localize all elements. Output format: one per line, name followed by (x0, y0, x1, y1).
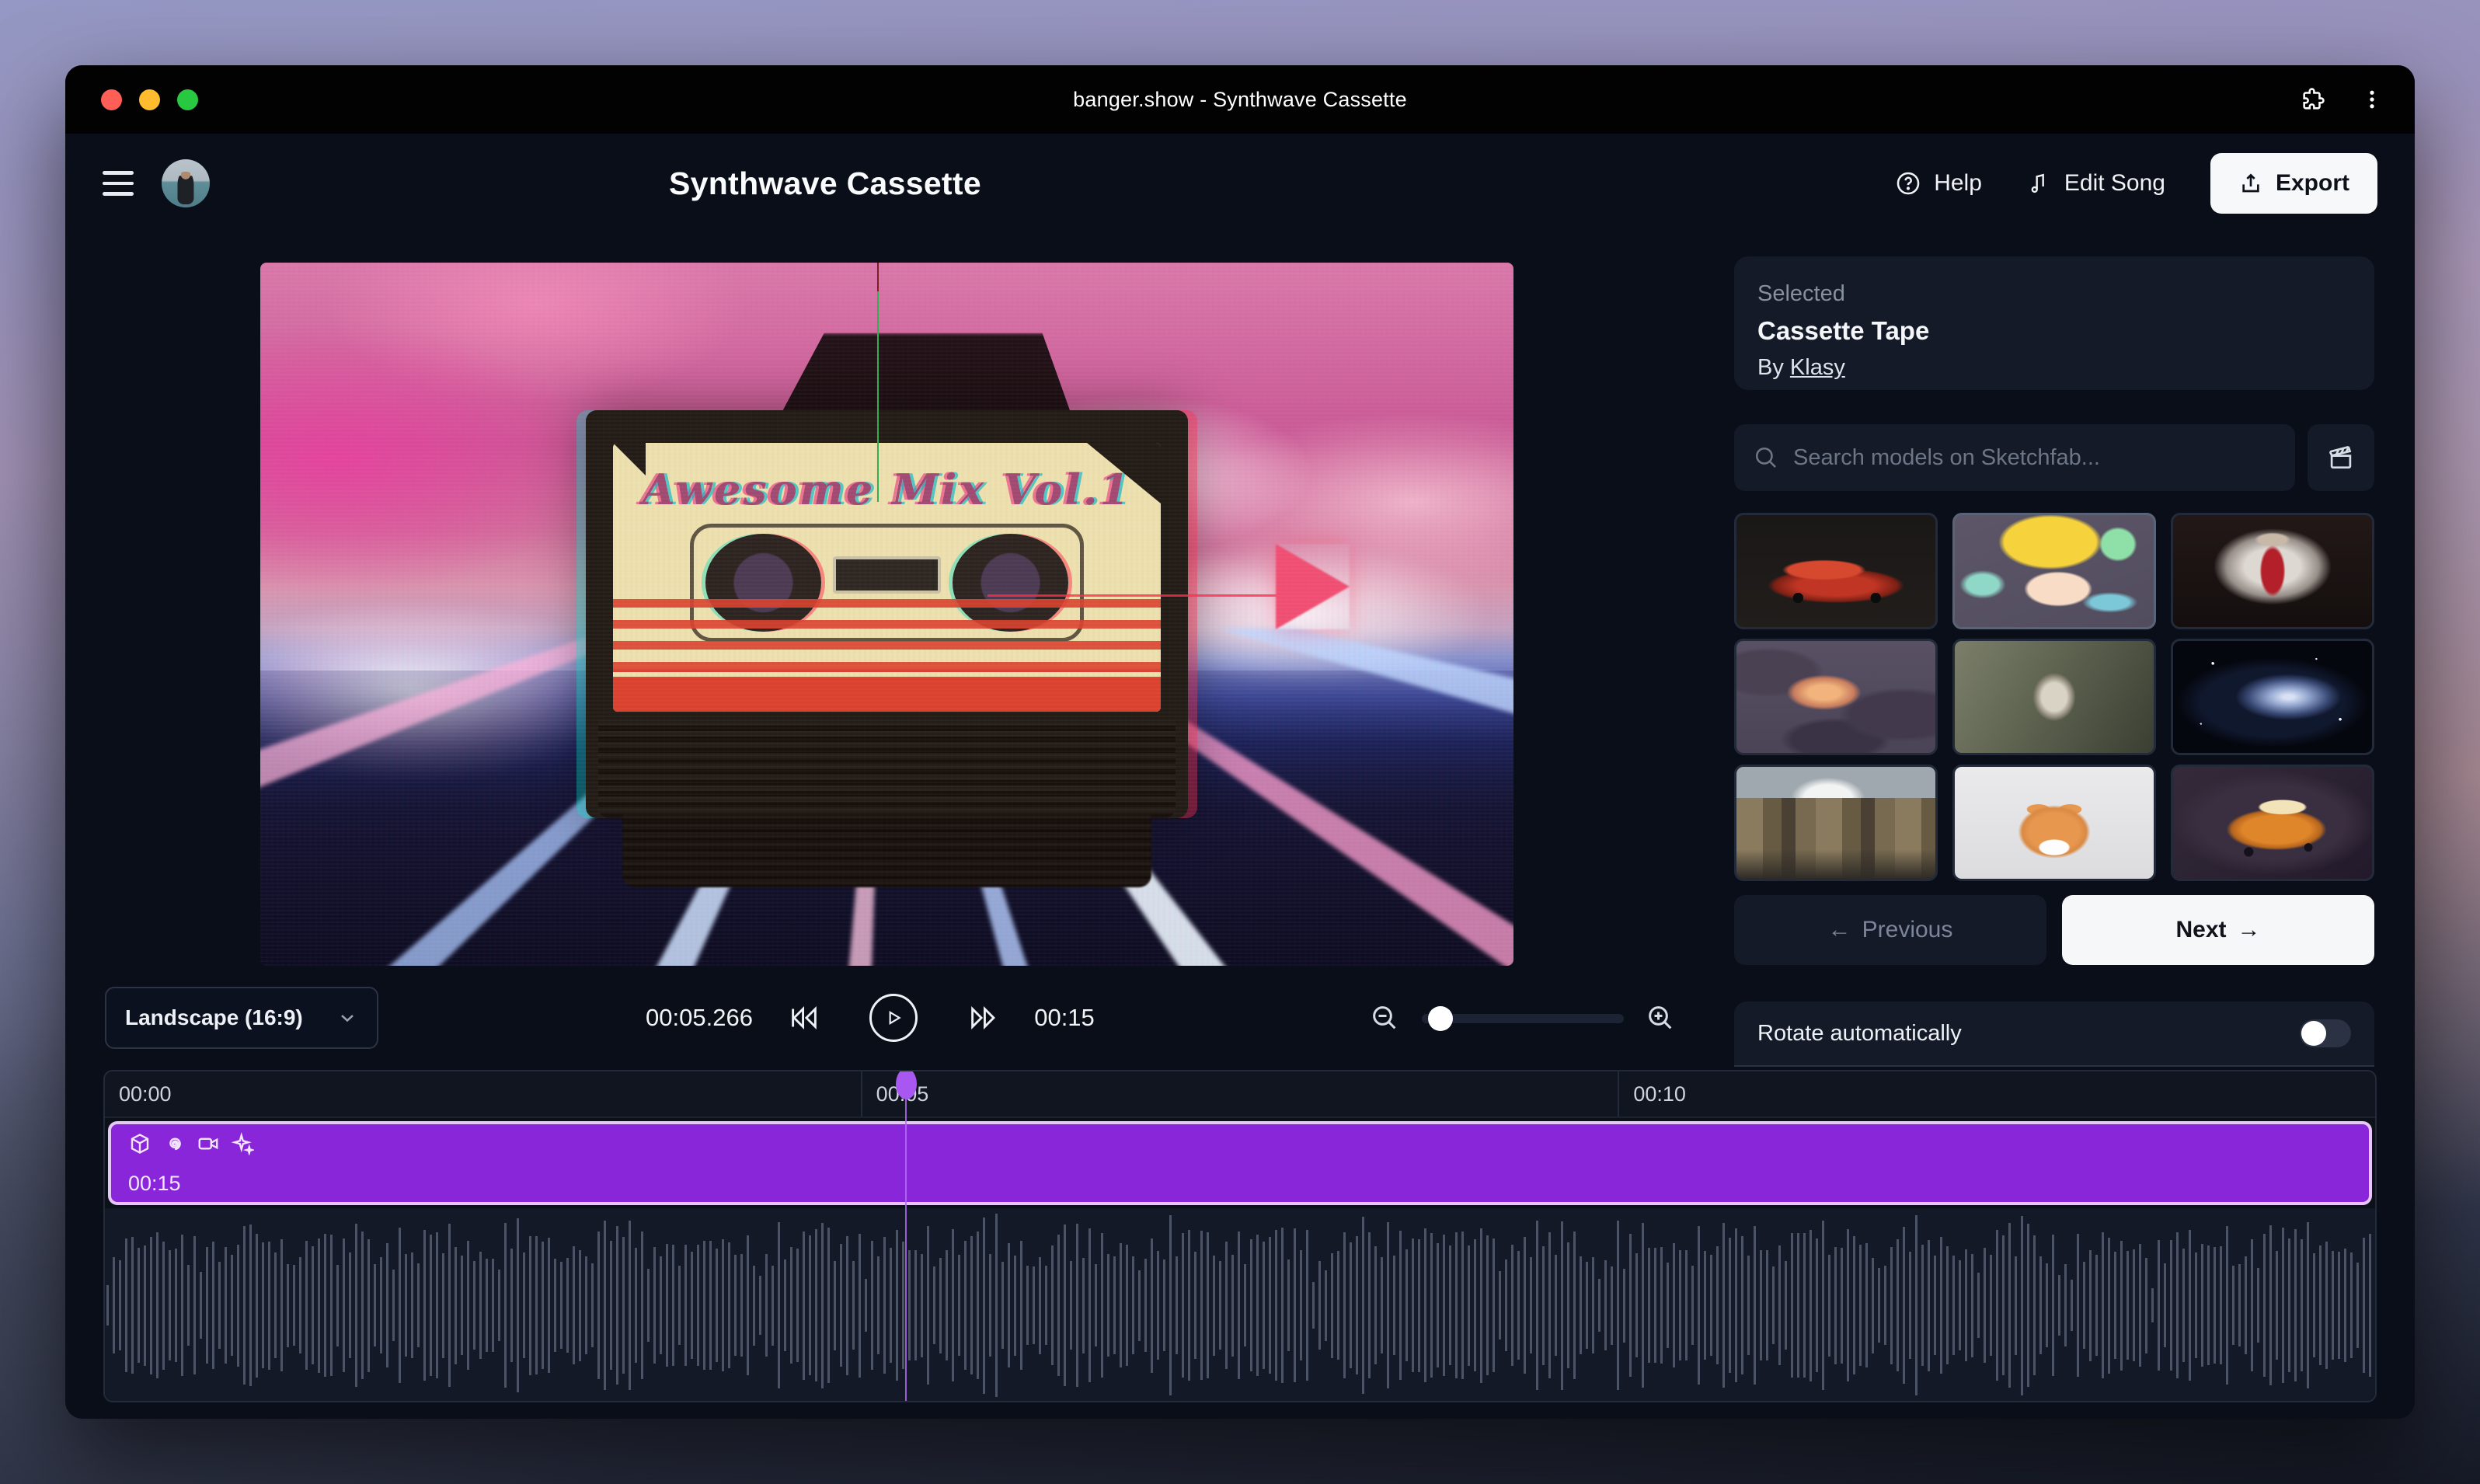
selected-model-card: Selected Cassette Tape By Klasy (1734, 256, 2374, 390)
export-label: Export (2276, 170, 2349, 197)
search-row (1734, 424, 2374, 491)
zoom-in-button[interactable] (1645, 987, 1676, 1049)
arrow-right-icon: → (2238, 917, 2261, 943)
arrow-left-icon: ← (1828, 917, 1851, 943)
selected-label: Selected (1757, 281, 2351, 307)
model-thumb-skull[interactable] (1952, 639, 2156, 755)
ruler-mark-2: 00:10 (1618, 1071, 2375, 1116)
next-button[interactable]: Next → (2062, 895, 2374, 965)
app-window: banger.show - Synthwave Cassette Synthwa… (65, 65, 2415, 1419)
author-link[interactable]: Klasy (1790, 355, 1845, 380)
model-thumb-red-sports-car[interactable] (1734, 513, 1938, 629)
search-input[interactable] (1793, 445, 2276, 471)
clip-icons (128, 1132, 2352, 1155)
aspect-ratio-value: Landscape (16:9) (125, 1005, 303, 1030)
rewind-button[interactable] (786, 987, 822, 1049)
model-thumb-red-cloaked-woman[interactable] (2171, 513, 2374, 629)
cube-icon (128, 1132, 152, 1155)
timeline-zoom-slider[interactable] (1422, 1014, 1624, 1023)
model-thumb-anime-girl[interactable] (1952, 513, 2156, 629)
play-button[interactable] (869, 987, 918, 1049)
zoom-window-button[interactable] (177, 89, 198, 110)
clip-track: 00:15 (105, 1118, 2375, 1208)
edit-song-button[interactable]: Edit Song (2027, 170, 2165, 197)
app-header: Synthwave Cassette Help (65, 134, 2415, 233)
model-sidebar: Selected Cassette Tape By Klasy (1734, 256, 2374, 1067)
sparkles-icon (231, 1132, 254, 1155)
export-button[interactable]: Export (2210, 153, 2377, 214)
playhead-line (905, 1071, 907, 1401)
aspect-ratio-select[interactable]: Landscape (16:9) (105, 987, 378, 1049)
avatar[interactable] (162, 159, 210, 207)
spiral-icon (162, 1132, 186, 1155)
chevron-down-icon (336, 1007, 358, 1029)
extensions-puzzle-icon[interactable] (2300, 86, 2326, 113)
menu-hamburger-icon[interactable] (103, 171, 134, 196)
rotate-automatically-label: Rotate automatically (1757, 1021, 1962, 1047)
clapperboard-button[interactable] (2308, 424, 2374, 491)
zoom-out-button[interactable] (1369, 987, 1400, 1049)
traffic-lights (101, 89, 198, 110)
player-controls: Landscape (16:9) 00:05.266 (65, 987, 1734, 1049)
model-thumb-abandoned-city[interactable] (1734, 765, 1938, 881)
toggle-knob (2301, 1021, 2326, 1046)
close-window-button[interactable] (101, 89, 122, 110)
page-title: Synthwave Cassette (669, 165, 981, 202)
titlebar: banger.show - Synthwave Cassette (65, 65, 2415, 134)
help-question-icon (1895, 170, 1921, 197)
model-thumb-storm-clouds[interactable] (1734, 639, 1938, 755)
browser-menu-kebab-icon[interactable] (2360, 88, 2384, 111)
pager: ← Previous Next → (1734, 895, 2374, 965)
selected-model-name: Cassette Tape (1757, 316, 2351, 346)
desktop-background: banger.show - Synthwave Cassette Synthwa… (0, 0, 2480, 1484)
fast-forward-button[interactable] (966, 987, 1001, 1049)
export-upload-icon (2238, 171, 2263, 196)
noise-overlay (260, 263, 1513, 966)
ruler-mark-0: 00:00 (105, 1071, 861, 1116)
help-button[interactable]: Help (1895, 170, 1982, 197)
current-time: 00:05.266 (646, 987, 753, 1049)
model-thumb-spiral-galaxy[interactable] (2171, 639, 2374, 755)
clapperboard-icon (2326, 443, 2356, 472)
search-icon (1753, 444, 1779, 471)
help-label: Help (1934, 170, 1982, 197)
ruler-mark-1: 00:05 (861, 1071, 1618, 1116)
music-note-icon (2027, 171, 2052, 196)
zoom-slider-knob[interactable] (1428, 1006, 1453, 1031)
model-grid (1734, 513, 2374, 881)
model-thumb-orange-vintage-car[interactable] (2171, 765, 2374, 881)
audio-waveform[interactable] (105, 1208, 2375, 1402)
window-title: banger.show - Synthwave Cassette (65, 88, 2415, 112)
search-box[interactable] (1734, 424, 2295, 491)
video-camera-icon (197, 1132, 220, 1155)
clip-duration: 00:15 (128, 1172, 181, 1196)
model-clip[interactable]: 00:15 (108, 1121, 2372, 1205)
minimize-window-button[interactable] (139, 89, 160, 110)
rotate-automatically-card: Rotate automatically (1734, 1002, 2374, 1067)
previous-button[interactable]: ← Previous (1734, 895, 2046, 965)
timeline[interactable]: 00:00 00:05 00:10 (103, 1070, 2377, 1402)
model-thumb-shiba-inu[interactable] (1952, 765, 2156, 881)
edit-song-label: Edit Song (2064, 170, 2165, 197)
play-icon (869, 994, 918, 1042)
timeline-ruler[interactable]: 00:00 00:05 00:10 (105, 1071, 2375, 1118)
selected-model-author: By Klasy (1757, 355, 2351, 381)
preview-canvas[interactable]: Awesome Mix Vol.1 (260, 263, 1513, 966)
duration-label: 00:15 (1034, 987, 1095, 1049)
rotate-automatically-toggle[interactable] (2300, 1019, 2351, 1047)
